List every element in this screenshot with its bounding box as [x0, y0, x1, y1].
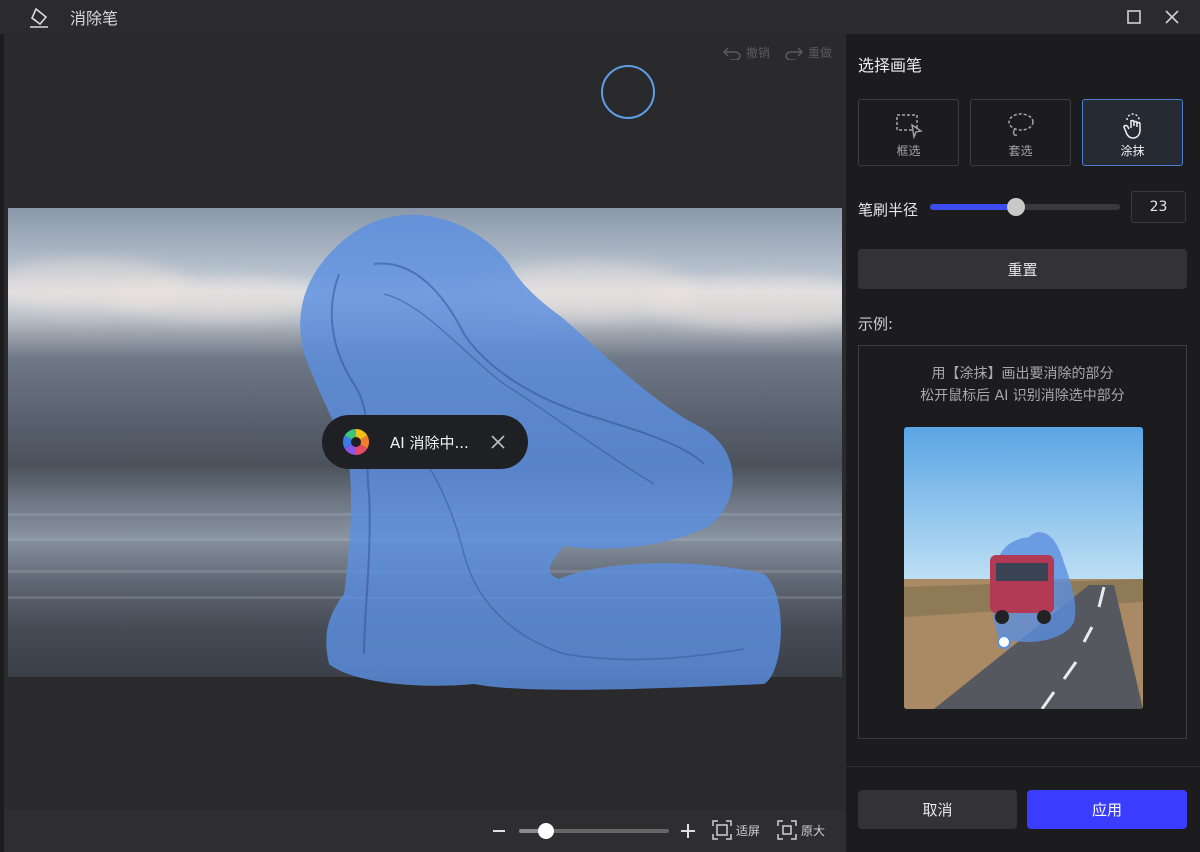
- tool-label: 框选: [896, 144, 921, 158]
- fit-screen-label: 适屏: [736, 823, 761, 838]
- tool-smear[interactable]: 涂抹: [1082, 99, 1183, 166]
- example-instruction-2: 松开鼠标后 AI 识别消除选中部分: [920, 388, 1125, 404]
- zoom-slider-thumb[interactable]: [538, 823, 554, 839]
- example-label: 示例:: [858, 315, 894, 333]
- cancel-button[interactable]: 取消: [858, 790, 1017, 829]
- example-instruction-1: 用【涂抹】画出要消除的部分: [931, 366, 1114, 382]
- ai-status-text: AI 消除中...: [390, 433, 469, 452]
- panel-divider: [846, 766, 1200, 767]
- tool-lasso-select[interactable]: 套选: [970, 99, 1071, 166]
- lasso-select-icon: [1007, 113, 1034, 136]
- original-size-icon: [777, 820, 797, 840]
- zoom-slider[interactable]: [519, 823, 669, 839]
- brush-radius-input[interactable]: 23: [1131, 191, 1186, 223]
- original-size-button[interactable]: 原大: [777, 820, 825, 840]
- edit-canvas[interactable]: 撤销 重做 AI 消除中...: [4, 34, 846, 810]
- eraser-icon: [26, 4, 52, 30]
- panel-heading: 选择画笔: [858, 56, 923, 75]
- close-toast-icon[interactable]: [490, 434, 506, 450]
- brush-radius-label: 笔刷半径: [858, 201, 919, 219]
- apply-button[interactable]: 应用: [1027, 790, 1187, 829]
- zoom-out-icon[interactable]: [492, 822, 506, 840]
- close-icon[interactable]: [1159, 5, 1185, 29]
- brush-panel: 选择画笔 框选 套选 涂抹 笔刷半径 23 重置 示例: 用【涂抹】画出要消除的…: [846, 34, 1200, 852]
- reset-button[interactable]: 重置: [858, 249, 1187, 289]
- fit-screen-icon: [712, 820, 732, 840]
- tool-label: 涂抹: [1120, 144, 1145, 158]
- title-bar: 消除笔: [0, 0, 1200, 34]
- eraser-window: 消除笔 撤销 重做 AI 消除中... 适屏 原大 选择画笔 框选 套选 涂抹 …: [0, 0, 1200, 852]
- fit-screen-button[interactable]: 适屏: [712, 820, 760, 840]
- zoom-toolbar: 适屏 原大: [4, 810, 846, 852]
- ai-spinner-icon: [342, 428, 370, 456]
- ai-progress-toast: AI 消除中...: [322, 415, 528, 469]
- brush-radius-thumb[interactable]: [1006, 198, 1025, 216]
- example-image: [904, 427, 1143, 709]
- tool-label: 套选: [1008, 144, 1033, 158]
- zoom-in-icon[interactable]: [680, 822, 696, 840]
- maximize-icon[interactable]: [1121, 5, 1147, 29]
- smear-hand-icon: [1122, 113, 1141, 139]
- brush-radius-fill: [930, 204, 1016, 210]
- original-size-label: 原大: [801, 823, 826, 838]
- example-box: 用【涂抹】画出要消除的部分 松开鼠标后 AI 识别消除选中部分: [858, 345, 1187, 739]
- tool-rect-select[interactable]: 框选: [858, 99, 959, 166]
- brush-radius-slider[interactable]: [930, 198, 1120, 216]
- window-title: 消除笔: [70, 9, 119, 28]
- rect-select-icon: [895, 114, 923, 139]
